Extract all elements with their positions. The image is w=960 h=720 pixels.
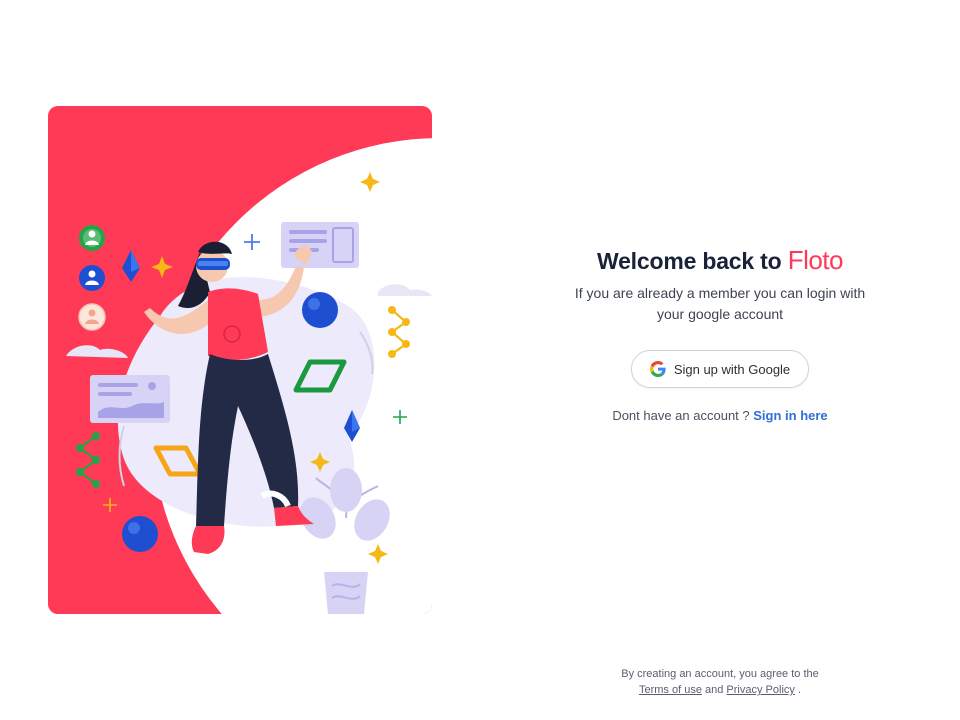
and-text: and xyxy=(705,684,724,696)
google-signup-button[interactable]: Sign up with Google xyxy=(630,350,810,388)
signin-row: Dont have an account ? Sign in here xyxy=(560,408,880,423)
no-account-text: Dont have an account ? xyxy=(612,408,750,423)
hero-illustration-card xyxy=(48,106,432,614)
welcome-heading: Welcome back to Floto xyxy=(560,240,880,281)
terms-footer: By creating an account, you agree to the… xyxy=(560,666,880,698)
login-page: Welcome back to Floto If you are already… xyxy=(0,0,960,720)
terms-of-use-link[interactable]: Terms of use xyxy=(639,684,702,696)
terms-intro: By creating an account, you agree to the xyxy=(621,668,819,680)
google-icon xyxy=(649,361,666,377)
terms-links-row: Terms of use and Privacy Policy . xyxy=(560,682,880,698)
privacy-policy-link[interactable]: Privacy Policy xyxy=(726,684,794,696)
welcome-text: Welcome back to xyxy=(597,248,782,274)
login-panel: Welcome back to Floto If you are already… xyxy=(560,240,880,423)
google-button-label: Sign up with Google xyxy=(673,361,791,377)
login-subtitle: If you are already a member you can logi… xyxy=(574,285,866,322)
brand-name: Floto xyxy=(787,245,844,275)
signin-link[interactable]: Sign in here xyxy=(753,408,827,423)
terms-end-punct: . xyxy=(797,684,802,696)
vr-woman-illustration xyxy=(66,138,432,614)
